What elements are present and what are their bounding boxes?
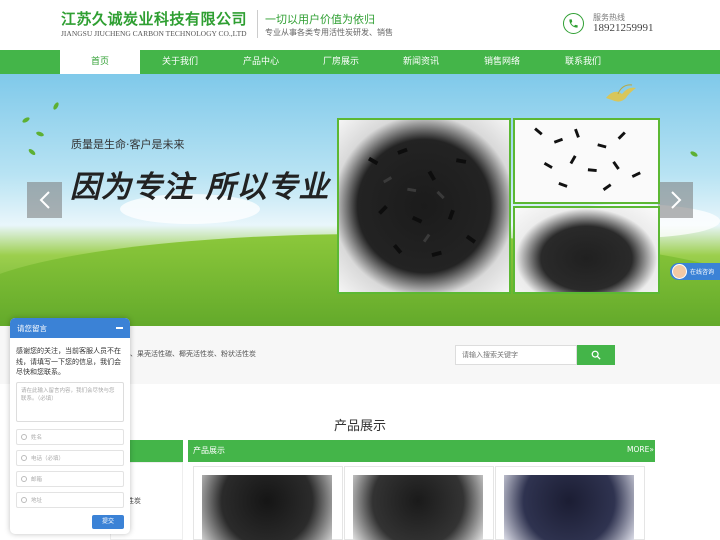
nav-item-contact[interactable]: 联系我们 bbox=[543, 50, 623, 74]
leaf-shape bbox=[689, 150, 699, 158]
product-photo-granules-pile bbox=[513, 206, 660, 294]
phone-small-icon bbox=[21, 455, 27, 461]
product-photo-pellets-scattered bbox=[513, 118, 660, 204]
online-consult-button[interactable]: 在线咨询 bbox=[670, 263, 720, 280]
phone-icon bbox=[563, 13, 584, 34]
submit-button[interactable]: 提交 bbox=[92, 515, 124, 529]
phone-field-placeholder: 电话（必填） bbox=[31, 456, 65, 462]
banner-title: 因为专注 所以专业 bbox=[70, 170, 330, 205]
address-field-placeholder: 地址 bbox=[31, 498, 43, 504]
slogan: 一切以用户价值为依归 bbox=[265, 13, 375, 26]
minimize-icon[interactable] bbox=[116, 327, 123, 329]
header-divider bbox=[257, 10, 258, 38]
email-field[interactable]: 邮箱 bbox=[16, 471, 124, 487]
search-button[interactable] bbox=[577, 345, 615, 365]
site-header: 江苏久诚炭业科技有限公司 JIANGSU JIUCHENG CARBON TEC… bbox=[0, 0, 720, 50]
sub-slogan: 专业从事各类专用活性炭研发、销售 bbox=[265, 28, 393, 37]
location-icon bbox=[21, 497, 27, 503]
message-textarea[interactable]: 请在此输入留言内容，我们会尽快与您联系。（必填） bbox=[16, 382, 124, 422]
address-field[interactable]: 地址 bbox=[16, 492, 124, 508]
leaf-shape bbox=[27, 147, 37, 157]
leave-message-widget: 请您留言 感谢您的关注，当前客服人员不在线，请填写一下您的信息，我们会尽快和您联… bbox=[10, 318, 130, 534]
pellet-texture bbox=[534, 127, 641, 191]
product-panel-title: 产品展示 bbox=[193, 446, 225, 455]
more-link[interactable]: MORE» bbox=[627, 445, 654, 454]
nav-item-sales-network[interactable]: 销售网络 bbox=[462, 50, 542, 74]
chat-message: 感谢您的关注，当前客服人员不在线，请填写一下您的信息，我们会尽快和您联系。 bbox=[16, 347, 121, 376]
online-consult-label: 在线咨询 bbox=[690, 269, 715, 276]
hotline-number[interactable]: 18921259991 bbox=[593, 22, 654, 34]
chevron-right-icon bbox=[670, 191, 681, 209]
nav-item-news[interactable]: 新闻资讯 bbox=[381, 50, 461, 74]
phone-field[interactable]: 电话（必填） bbox=[16, 450, 124, 466]
nav-item-factory[interactable]: 厂房展示 bbox=[301, 50, 381, 74]
chevron-left-icon bbox=[39, 191, 50, 209]
name-field[interactable]: 姓名 bbox=[16, 429, 124, 445]
product-photo-pellets-large bbox=[337, 118, 511, 294]
leaf-shape bbox=[35, 130, 45, 138]
nav-item-home[interactable]: 首页 bbox=[60, 50, 140, 74]
nav-item-products[interactable]: 产品中心 bbox=[221, 50, 301, 74]
pellet-texture bbox=[367, 147, 477, 257]
search-icon bbox=[591, 350, 601, 360]
nav-item-about[interactable]: 关于我们 bbox=[140, 50, 220, 74]
product-panel-header bbox=[188, 440, 655, 462]
agent-avatar bbox=[672, 264, 687, 279]
bird-illustration bbox=[606, 84, 636, 102]
main-nav: 首页 关于我们 产品中心 厂房展示 新闻资讯 销售网络 联系我们 bbox=[0, 50, 720, 74]
product-image[interactable] bbox=[504, 475, 634, 540]
name-field-placeholder: 姓名 bbox=[31, 435, 43, 441]
hero-banner: 质量是生命·客户是未来 因为专注 所以专业 bbox=[0, 74, 720, 326]
user-icon bbox=[21, 434, 27, 440]
chat-title: 请您留言 bbox=[17, 323, 47, 333]
search-input[interactable] bbox=[455, 345, 577, 365]
company-name-en: JIANGSU JIUCHENG CARBON TECHNOLOGY CO.,L… bbox=[61, 29, 247, 38]
leaf-shape bbox=[52, 101, 60, 111]
email-field-placeholder: 邮箱 bbox=[31, 477, 43, 483]
product-image[interactable] bbox=[353, 475, 483, 540]
banner-next-button[interactable] bbox=[658, 182, 693, 218]
product-image[interactable] bbox=[202, 475, 332, 540]
banner-tagline: 质量是生命·客户是未来 bbox=[71, 138, 185, 151]
mail-icon bbox=[21, 476, 27, 482]
banner-prev-button[interactable] bbox=[27, 182, 62, 218]
company-name-cn[interactable]: 江苏久诚炭业科技有限公司 bbox=[61, 8, 247, 29]
hot-keywords[interactable]: 、果壳活性碳、椰壳活性炭、粉状活性炭 bbox=[130, 349, 256, 359]
leaf-shape bbox=[21, 116, 31, 124]
chat-header[interactable]: 请您留言 bbox=[10, 318, 130, 338]
phone-glyph-icon bbox=[569, 19, 578, 28]
